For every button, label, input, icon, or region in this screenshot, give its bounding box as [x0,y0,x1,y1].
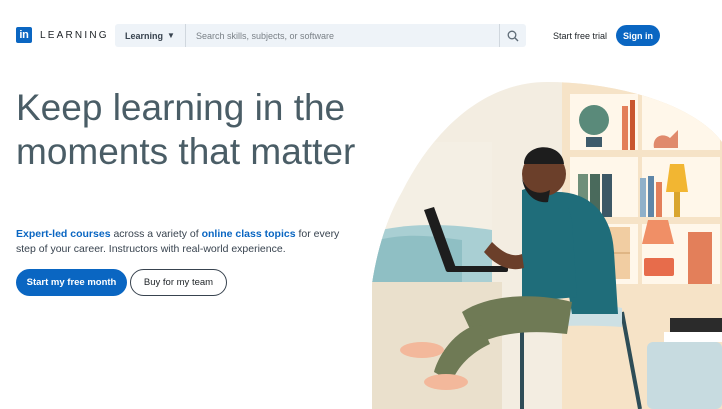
search-bar: Learning ▼ [115,24,526,47]
sign-in-button[interactable]: Sign in [616,25,660,46]
chevron-down-icon: ▼ [167,31,175,40]
category-dropdown[interactable]: Learning ▼ [115,24,186,47]
hero-title: Keep learning in the moments that matter [16,87,356,172]
globe-icon [579,105,609,135]
search-button[interactable] [499,24,526,47]
desc-text-1: across a variety of [110,228,202,240]
search-input[interactable] [185,24,499,47]
linkedin-logo-icon: in [16,27,32,43]
linkedin-learning-logo[interactable]: in LEARNING [16,27,109,43]
category-label: Learning [125,30,164,41]
online-class-topics-link[interactable]: online class topics [202,228,296,240]
logo-text: LEARNING [40,29,109,41]
search-icon [507,30,519,41]
start-free-trial-link[interactable]: Start free trial [553,31,607,41]
hero-illustration [372,82,722,409]
start-free-month-button[interactable]: Start my free month [16,269,127,296]
site-header: in LEARNING Learning ▼ Start free trial … [0,0,722,70]
buy-for-team-button[interactable]: Buy for my team [130,269,227,296]
hero-description: Expert-led courses across a variety of o… [16,227,361,257]
expert-led-courses-link[interactable]: Expert-led courses [16,228,111,240]
